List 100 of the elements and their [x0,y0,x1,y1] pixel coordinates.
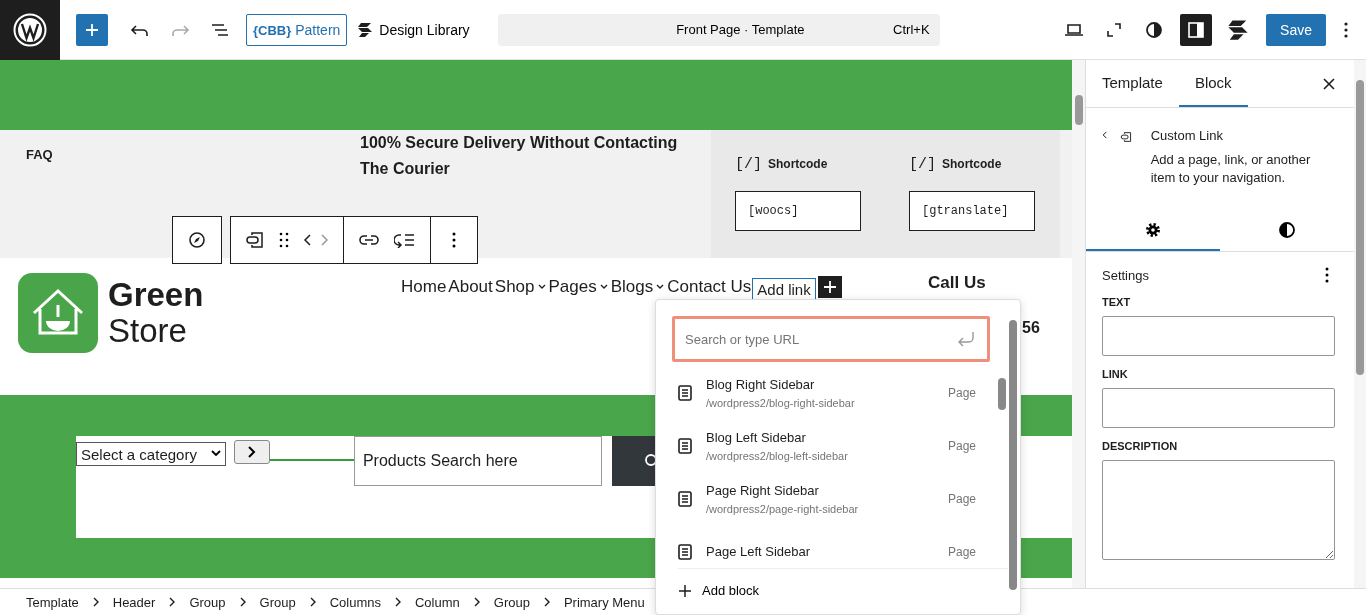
field-label: TEXT [1102,296,1132,308]
page-icon [678,437,692,454]
scrollbar-thumb[interactable] [1075,95,1083,125]
suggestion-type: Page [947,438,976,453]
chevron-right-icon [239,597,246,607]
textarea-field[interactable] [1102,460,1335,560]
settings-sidebar-toggle[interactable] [1180,13,1213,46]
call-us-text: Call Us [928,273,986,293]
page-icon [678,543,692,560]
panel-title: Settings [1102,267,1149,283]
stacked-s-icon [357,21,374,38]
suggestion-url: /wordpress2/page-right-sidebar [706,502,860,515]
pattern-button[interactable]: {CBB} Pattern [246,13,348,46]
link-suggestion[interactable]: Blog Left Sidebar /wordpress2/blog-left-sidebar Page [678,419,996,472]
field-label: DESCRIPTION [1102,440,1179,452]
stacked-s-icon[interactable] [1227,18,1250,41]
add-block-button[interactable]: Add block [678,568,1008,612]
input-field[interactable] [1102,388,1335,428]
more-options-icon[interactable] [451,231,457,249]
breadcrumb-link[interactable]: Columns [329,594,381,610]
suggestion-url: /wordpress2/blog-right-sidebar [706,396,856,409]
chevron-down-icon [598,283,609,291]
chevron-right-icon [543,597,550,607]
sidebar-tab[interactable]: Template [1086,60,1179,107]
suggestion-type: Page [947,385,976,400]
shortcode-mark: [/] [735,156,762,173]
plus-icon [84,21,100,38]
chevron-down-icon [536,283,547,291]
breadcrumb-link[interactable]: Primary Menu [563,594,645,610]
save-button[interactable]: Save [1266,13,1326,46]
more-options-icon[interactable] [1324,266,1330,284]
shortcode-label: Shortcode [942,157,1002,171]
breadcrumb-link[interactable]: Group [189,594,226,610]
suggestion-title: Blog Left Sidebar [706,429,807,445]
chevron-down-icon [655,283,666,291]
link-suggestion[interactable]: Page Left Sidebar Page [678,525,996,566]
block-title: Custom Link [1150,128,1224,143]
sidebar-icon [1187,20,1206,39]
block-description: Add a page, link, or another item to your navigation. [1150,151,1312,187]
gear-icon [1144,221,1162,239]
chevron-right-icon [92,597,99,607]
link-suggestion[interactable]: Blog Right Sidebar /wordpress2/blog-right-sidebar Page [678,366,996,419]
breadcrumb-link[interactable]: Group [259,594,296,610]
suggestion-url: /wordpress2/blog-left-sidebar [706,449,849,462]
chevron-right-icon [394,597,401,607]
delivery-text: 100% Secure Delivery Without Contacting The Courier [360,133,679,179]
page-icon [678,490,692,507]
custom-link-icon[interactable] [245,231,265,249]
suggestion-title: Page Right Sidebar [706,482,820,498]
nav-link[interactable]: Shop [493,274,548,300]
plus-icon [822,280,837,294]
scrollbar-thumb[interactable] [998,378,1006,410]
submenu-icon[interactable] [394,232,416,248]
enter-icon[interactable] [956,330,976,348]
shortcode-field[interactable]: [woocs] [735,191,861,231]
close-icon[interactable] [1322,76,1336,91]
go-button[interactable] [233,440,270,464]
input-field[interactable] [1102,316,1335,356]
chevron-right-icon [246,445,257,459]
shortcode-field[interactable]: [gtranslate] [909,191,1035,231]
wordpress-logo-button[interactable] [0,0,60,60]
link-icon[interactable] [358,233,380,247]
shortcode-label: Shortcode [768,157,828,171]
suggestion-type: Page [947,491,976,506]
suggestion-title: Blog Right Sidebar [706,376,816,392]
chevron-down-icon [210,450,221,458]
page-icon [678,384,692,401]
breadcrumb-link[interactable]: Group [493,594,530,610]
chevron-right-icon [309,597,316,607]
nav-link[interactable]: About [447,274,494,300]
scrollbar-thumb[interactable] [1009,320,1017,590]
house-logo-icon [18,273,98,353]
command-bar[interactable]: Front Page · Template Ctrl+K [497,13,940,46]
shortcode-mark: [/] [909,156,936,173]
add-nav-item-button[interactable] [817,276,842,298]
nav-link[interactable]: Home [400,274,448,300]
category-select[interactable]: Select a category [76,442,226,466]
nav-link[interactable]: Blogs [609,274,667,300]
phone-number-text: 56 [1022,319,1040,337]
chevron-right-icon [169,597,176,607]
chevron-right-icon [473,597,480,607]
breadcrumb-link[interactable]: Template [26,594,79,610]
url-search-field[interactable]: Search or type URL [672,316,990,362]
design-library-button[interactable]: Design Library [357,21,470,38]
scrollbar-thumb[interactable] [1356,80,1364,375]
link-suggestion[interactable]: Page Right Sidebar /wordpress2/page-right-sidebar Page [678,472,996,525]
compass-icon[interactable] [187,230,207,250]
suggestion-type: Page [947,544,976,559]
add-block-button[interactable] [76,13,108,46]
product-search-field[interactable]: Products Search here [353,436,602,486]
nav-link[interactable]: Contact Us [666,274,753,300]
logo-text: Green [108,277,204,313]
plus-icon [678,583,692,598]
sidebar-tab[interactable]: Block [1178,60,1248,107]
breadcrumb-link[interactable]: Column [414,594,460,610]
logo-text: Store [108,313,188,349]
suggestion-title: Page Left Sidebar [706,544,812,559]
breadcrumb-link[interactable]: Header [112,594,156,610]
drag-handle-icon[interactable] [279,232,289,248]
nav-link[interactable]: Pages [547,274,610,300]
